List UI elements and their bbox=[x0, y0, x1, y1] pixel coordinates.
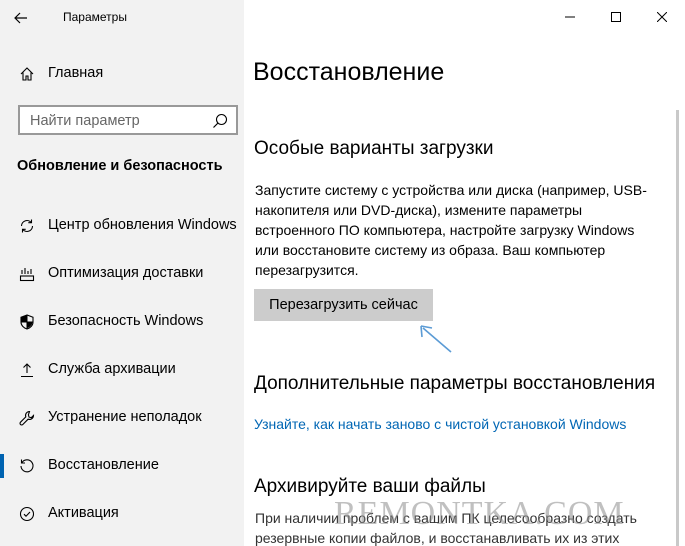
activation-icon bbox=[17, 504, 37, 524]
sidebar-item-troubleshoot[interactable]: Устранение неполадок bbox=[0, 398, 244, 438]
back-button[interactable] bbox=[6, 4, 36, 32]
sidebar-item-delivery-optimization[interactable]: Оптимизация доставки bbox=[0, 254, 244, 294]
restart-now-button[interactable]: Перезагрузить сейчас bbox=[254, 289, 433, 321]
sidebar-item-label: Безопасность Windows bbox=[48, 313, 204, 329]
description-line: встроенного ПО компьютера, настройте заг… bbox=[255, 222, 635, 238]
sidebar-item-windows-update[interactable]: Центр обновления Windows bbox=[0, 206, 244, 246]
sync-icon bbox=[17, 216, 37, 236]
settings-window: Параметры Главная Найти параметр Обновле… bbox=[0, 0, 685, 546]
description-line: перезагрузится. bbox=[255, 262, 359, 278]
delivery-icon bbox=[17, 264, 37, 284]
sidebar-item-label: Восстановление bbox=[48, 457, 159, 473]
annotation-arrow-icon bbox=[420, 325, 452, 353]
sidebar-item-label: Центр обновления Windows bbox=[48, 217, 237, 233]
sidebar-item-label: Активация bbox=[48, 505, 119, 521]
watermark: REMONTKA.COM bbox=[334, 495, 625, 532]
sidebar-item-backup[interactable]: Служба архивации bbox=[0, 350, 244, 390]
window-title: Параметры bbox=[63, 10, 127, 24]
description-line: Запустите систему с устройства или диска… bbox=[255, 182, 647, 198]
sidebar-item-label: Служба архивации bbox=[48, 361, 176, 377]
sidebar-item-home[interactable]: Главная bbox=[0, 58, 244, 90]
main-content: Восстановление Особые варианты загрузки … bbox=[244, 0, 685, 546]
active-indicator bbox=[0, 454, 4, 478]
special-boot-description: Запустите систему с устройства или диска… bbox=[255, 180, 675, 280]
search-placeholder: Найти параметр bbox=[30, 113, 140, 129]
description-line: или восстановите систему из образа. Ваш … bbox=[255, 242, 606, 258]
search-icon[interactable] bbox=[212, 113, 228, 129]
page-title: Восстановление bbox=[253, 58, 445, 86]
description-line: накопителя или DVD-диска), измените пара… bbox=[255, 202, 583, 218]
home-icon bbox=[17, 64, 37, 84]
close-button[interactable] bbox=[639, 0, 685, 34]
sidebar-item-label: Устранение неполадок bbox=[48, 409, 202, 425]
clean-install-link[interactable]: Узнайте, как начать заново с чистой уста… bbox=[254, 416, 626, 432]
recovery-icon bbox=[17, 456, 37, 476]
sidebar-item-label: Главная bbox=[48, 65, 104, 81]
minimize-button[interactable] bbox=[547, 0, 593, 34]
maximize-icon bbox=[611, 12, 621, 22]
back-arrow-icon bbox=[14, 12, 27, 24]
wrench-icon bbox=[17, 408, 37, 428]
minimize-icon bbox=[565, 16, 575, 18]
scrollbar[interactable] bbox=[676, 110, 679, 546]
backup-icon bbox=[17, 360, 37, 380]
special-boot-heading: Особые варианты загрузки bbox=[254, 138, 494, 159]
sidebar-section-title: Обновление и безопасность bbox=[17, 158, 223, 174]
shield-icon bbox=[17, 312, 37, 332]
sidebar-item-windows-security[interactable]: Безопасность Windows bbox=[0, 302, 244, 342]
sidebar: Параметры Главная Найти параметр Обновле… bbox=[0, 0, 244, 546]
sidebar-item-activation[interactable]: Активация bbox=[0, 494, 244, 534]
advanced-recovery-heading: Дополнительные параметры восстановления bbox=[254, 373, 656, 394]
maximize-button[interactable] bbox=[593, 0, 639, 34]
sidebar-item-recovery[interactable]: Восстановление bbox=[0, 446, 244, 486]
search-input[interactable]: Найти параметр bbox=[18, 105, 238, 135]
sidebar-item-label: Оптимизация доставки bbox=[48, 265, 204, 281]
close-icon bbox=[657, 12, 667, 22]
